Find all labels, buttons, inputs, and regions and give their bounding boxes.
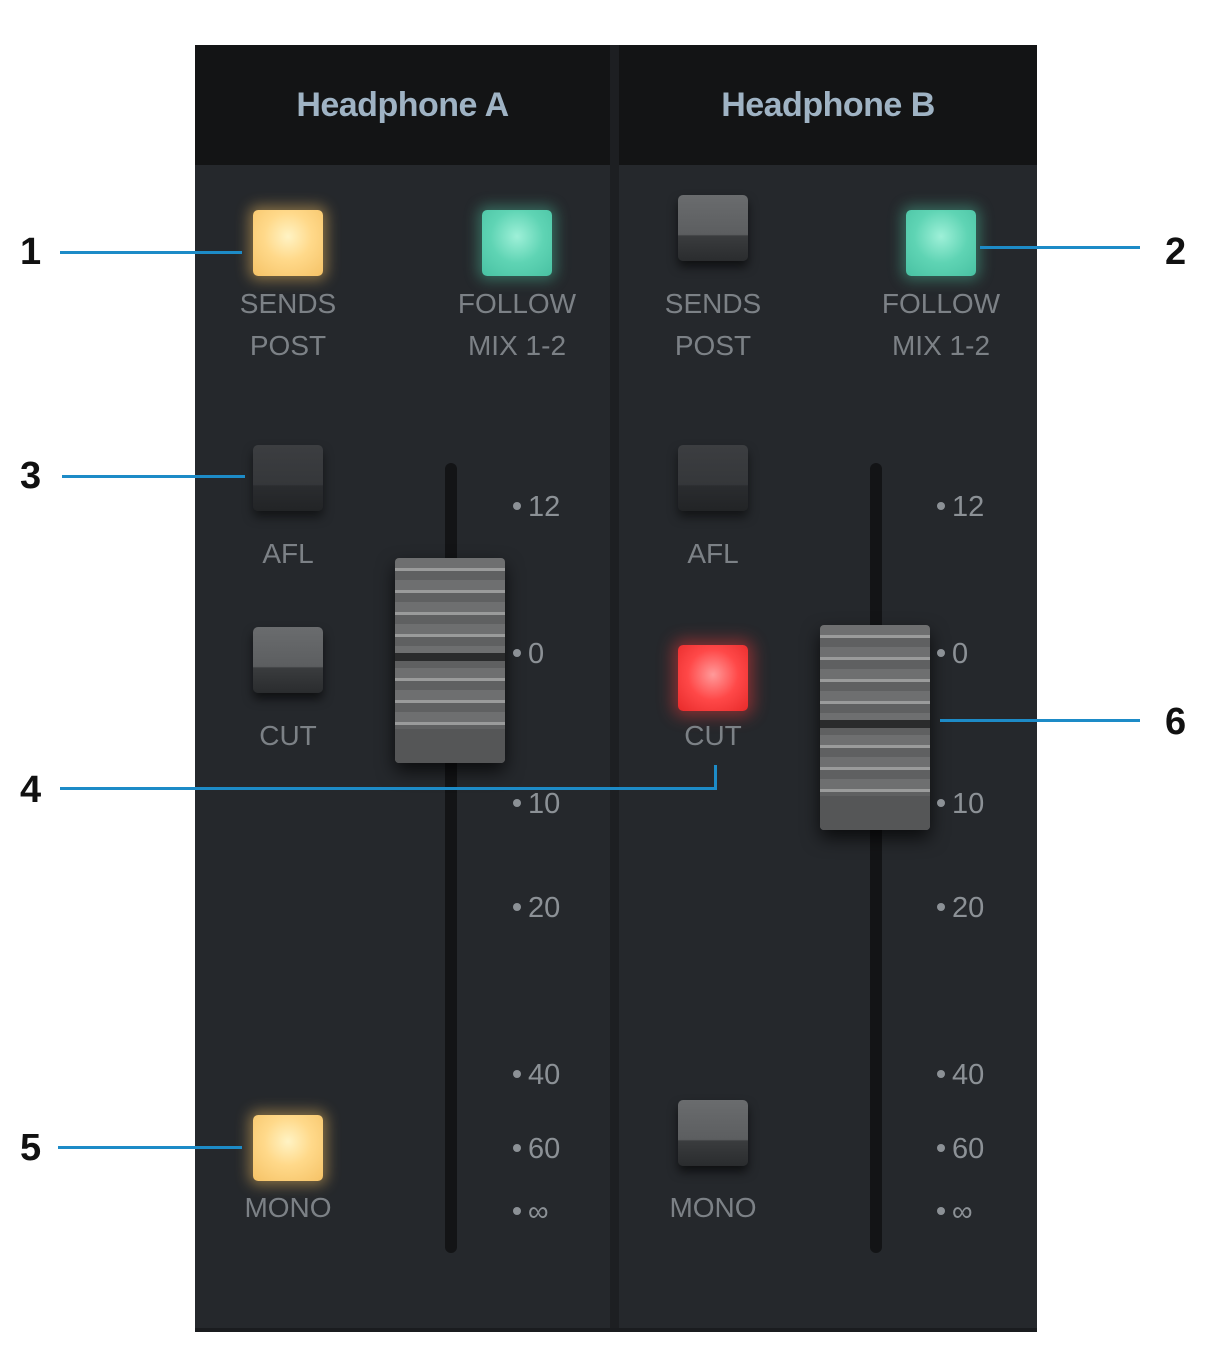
mono-label: MONO — [244, 1192, 332, 1223]
scale-mark: 10 — [937, 787, 984, 821]
scale-mark: 40 — [937, 1058, 984, 1092]
scale-label: 40 — [952, 1059, 985, 1091]
scale-mark: 10 — [513, 787, 560, 821]
afl-label: AFL — [262, 538, 314, 569]
panel-bottom-edge — [195, 1328, 1037, 1332]
cut-label: CUT — [259, 720, 317, 751]
scale-mark: 20 — [513, 891, 560, 925]
scale-label: 0 — [952, 638, 969, 670]
callout-line-4-vertical — [714, 765, 717, 790]
scale-label: 10 — [528, 788, 561, 820]
scale-dot — [937, 649, 945, 658]
scale-dot — [513, 649, 521, 658]
mono-label: MONO — [669, 1192, 757, 1223]
callout-line-3 — [62, 475, 245, 478]
callout-number-5: 5 — [20, 1127, 42, 1169]
scale-label: 60 — [528, 1133, 561, 1165]
fader-track — [870, 463, 882, 1253]
knob-center-line — [820, 720, 930, 728]
scale-dot — [937, 799, 945, 808]
follow-mix-label: FOLLOW MIX 1-2 — [881, 288, 1001, 361]
scale-label: 0 — [528, 638, 545, 670]
scale-dot — [937, 1070, 945, 1079]
scale-dot — [937, 502, 945, 511]
fader-knob[interactable] — [395, 558, 505, 763]
channel-title: Headphone B — [721, 85, 935, 124]
scale-mark: 60 — [513, 1132, 560, 1166]
scale-mark: 0 — [937, 637, 968, 671]
knob-base — [395, 729, 505, 763]
scale-dot — [513, 903, 521, 912]
callout-line-1 — [60, 251, 242, 254]
scale-dot — [937, 1207, 945, 1216]
scale-dot — [513, 1144, 521, 1153]
callout-line-2 — [980, 246, 1140, 249]
callout-number-3: 3 — [20, 455, 42, 497]
scale-dot — [513, 1207, 521, 1216]
scale-dot — [513, 799, 521, 808]
sends-post-button[interactable] — [678, 195, 748, 261]
scale-label: 12 — [952, 491, 985, 523]
knob-base — [820, 796, 930, 830]
callout-line-4 — [60, 787, 717, 790]
sends-post-label: SENDS POST — [239, 288, 337, 361]
callout-line-5 — [58, 1146, 242, 1149]
scale-mark: 0 — [513, 637, 544, 671]
channel-headphone-a: Headphone A SENDS POST FOLLOW MIX 1-2 AF… — [195, 45, 610, 1328]
follow-mix-button[interactable] — [906, 210, 976, 276]
follow-mix-button[interactable] — [482, 210, 552, 276]
scale-label: 12 — [528, 491, 561, 523]
scale-mark: ∞ — [937, 1195, 973, 1229]
scale-label: ∞ — [528, 1196, 549, 1228]
callout-number-6: 6 — [1165, 701, 1187, 743]
scale-dot — [937, 903, 945, 912]
scale-label: 40 — [528, 1059, 561, 1091]
sends-post-button[interactable] — [253, 210, 323, 276]
scale-mark: 40 — [513, 1058, 560, 1092]
callout-line-6 — [940, 719, 1140, 722]
afl-label: AFL — [687, 538, 739, 569]
headphone-mixer-panel: Headphone A SENDS POST FOLLOW MIX 1-2 AF… — [195, 45, 1037, 1332]
channel-title: Headphone A — [296, 85, 509, 124]
scale-label: 20 — [952, 892, 985, 924]
scale-label: 10 — [952, 788, 985, 820]
callout-number-4: 4 — [20, 769, 42, 811]
channel-header: Headphone A — [195, 45, 610, 165]
scale-dot — [937, 1144, 945, 1153]
scale-label: 60 — [952, 1133, 985, 1165]
scale-mark: 12 — [513, 490, 560, 524]
scale-dot — [513, 502, 521, 511]
cut-button[interactable] — [253, 627, 323, 693]
channel-header: Headphone B — [619, 45, 1037, 165]
callout-number-1: 1 — [20, 231, 42, 273]
afl-button[interactable] — [253, 445, 323, 511]
afl-button[interactable] — [678, 445, 748, 511]
channel-headphone-b: Headphone B SENDS POST FOLLOW MIX 1-2 AF… — [619, 45, 1037, 1328]
mono-button[interactable] — [253, 1115, 323, 1181]
callout-number-2: 2 — [1165, 231, 1187, 273]
cut-button[interactable] — [678, 645, 748, 711]
scale-mark: ∞ — [513, 1195, 549, 1229]
channel-divider — [610, 45, 619, 1332]
follow-mix-label: FOLLOW MIX 1-2 — [457, 288, 577, 361]
fader-knob[interactable] — [820, 625, 930, 830]
cut-label: CUT — [684, 720, 742, 751]
knob-center-line — [395, 653, 505, 661]
scale-mark: 60 — [937, 1132, 984, 1166]
mono-button[interactable] — [678, 1100, 748, 1166]
scale-mark: 20 — [937, 891, 984, 925]
scale-label: 20 — [528, 892, 561, 924]
sends-post-label: SENDS POST — [664, 288, 762, 361]
scale-dot — [513, 1070, 521, 1079]
scale-label: ∞ — [952, 1196, 973, 1228]
scale-mark: 12 — [937, 490, 984, 524]
